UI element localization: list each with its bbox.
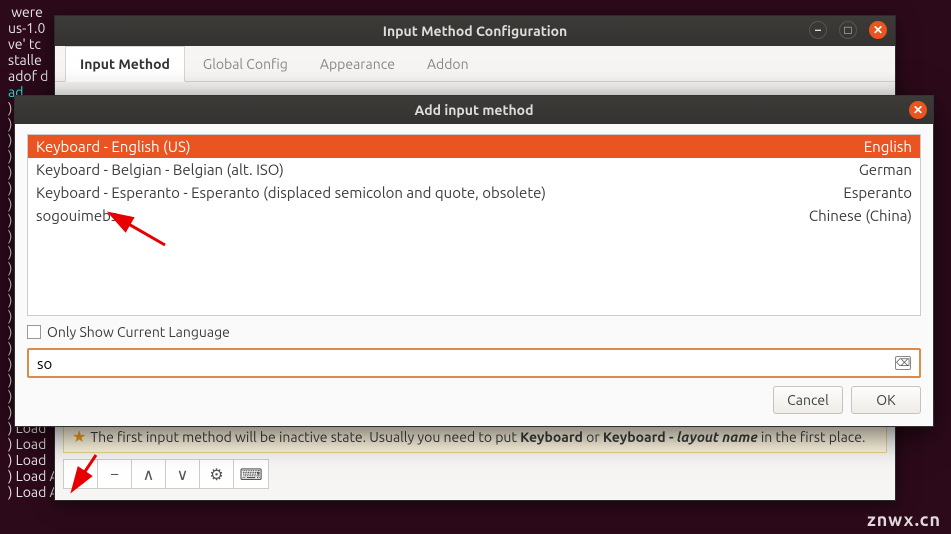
tab-addon[interactable]: Addon [413, 47, 483, 81]
config-window-title: Input Method Configuration [383, 23, 568, 39]
only-current-language-checkbox[interactable] [27, 325, 41, 339]
config-tab-bar: Input Method Global Config Appearance Ad… [55, 46, 895, 82]
input-method-toolbar: + − ∧ ∨ ⚙ ⌨ [63, 459, 269, 489]
remove-button[interactable]: − [98, 460, 132, 488]
move-down-button[interactable]: ∨ [166, 460, 200, 488]
list-item[interactable]: sogouimebsChinese (China) [28, 204, 920, 227]
keyboard-button[interactable]: ⌨ [234, 460, 268, 488]
star-icon: ★ [72, 427, 86, 446]
input-method-list[interactable]: Keyboard - English (US)EnglishKeyboard -… [27, 134, 921, 316]
move-up-button[interactable]: ∧ [132, 460, 166, 488]
add-input-method-dialog: Add input method ✕ Keyboard - English (U… [14, 95, 934, 427]
configure-button[interactable]: ⚙ [200, 460, 234, 488]
tab-appearance[interactable]: Appearance [306, 47, 409, 81]
dialog-titlebar: Add input method ✕ [15, 96, 933, 124]
tab-global-config[interactable]: Global Config [189, 47, 302, 81]
add-button[interactable]: + [64, 460, 98, 488]
list-item[interactable]: Keyboard - Esperanto - Esperanto (displa… [28, 181, 920, 204]
dialog-close-button[interactable]: ✕ [909, 101, 927, 119]
ok-button[interactable]: OK [851, 386, 921, 414]
window-control-buttons: – □ ✕ [809, 21, 887, 39]
minimize-button[interactable]: – [809, 21, 827, 39]
only-current-language-row[interactable]: Only Show Current Language [27, 324, 921, 340]
search-input[interactable] [37, 355, 895, 372]
watermark: znwx.cn [867, 510, 941, 530]
maximize-button[interactable]: □ [839, 21, 857, 39]
list-item[interactable]: Keyboard - Belgian - Belgian (alt. ISO)G… [28, 158, 920, 181]
close-button[interactable]: ✕ [869, 21, 887, 39]
only-current-language-label: Only Show Current Language [47, 324, 230, 340]
search-field[interactable]: ⌫ [27, 348, 921, 378]
clear-search-icon[interactable]: ⌫ [895, 356, 911, 370]
cancel-button[interactable]: Cancel [773, 386, 843, 414]
tab-input-method[interactable]: Input Method [65, 46, 185, 82]
config-window-titlebar: Input Method Configuration – □ ✕ [55, 16, 895, 46]
dialog-title: Add input method [415, 102, 534, 118]
list-item[interactable]: Keyboard - English (US)English [28, 135, 920, 158]
